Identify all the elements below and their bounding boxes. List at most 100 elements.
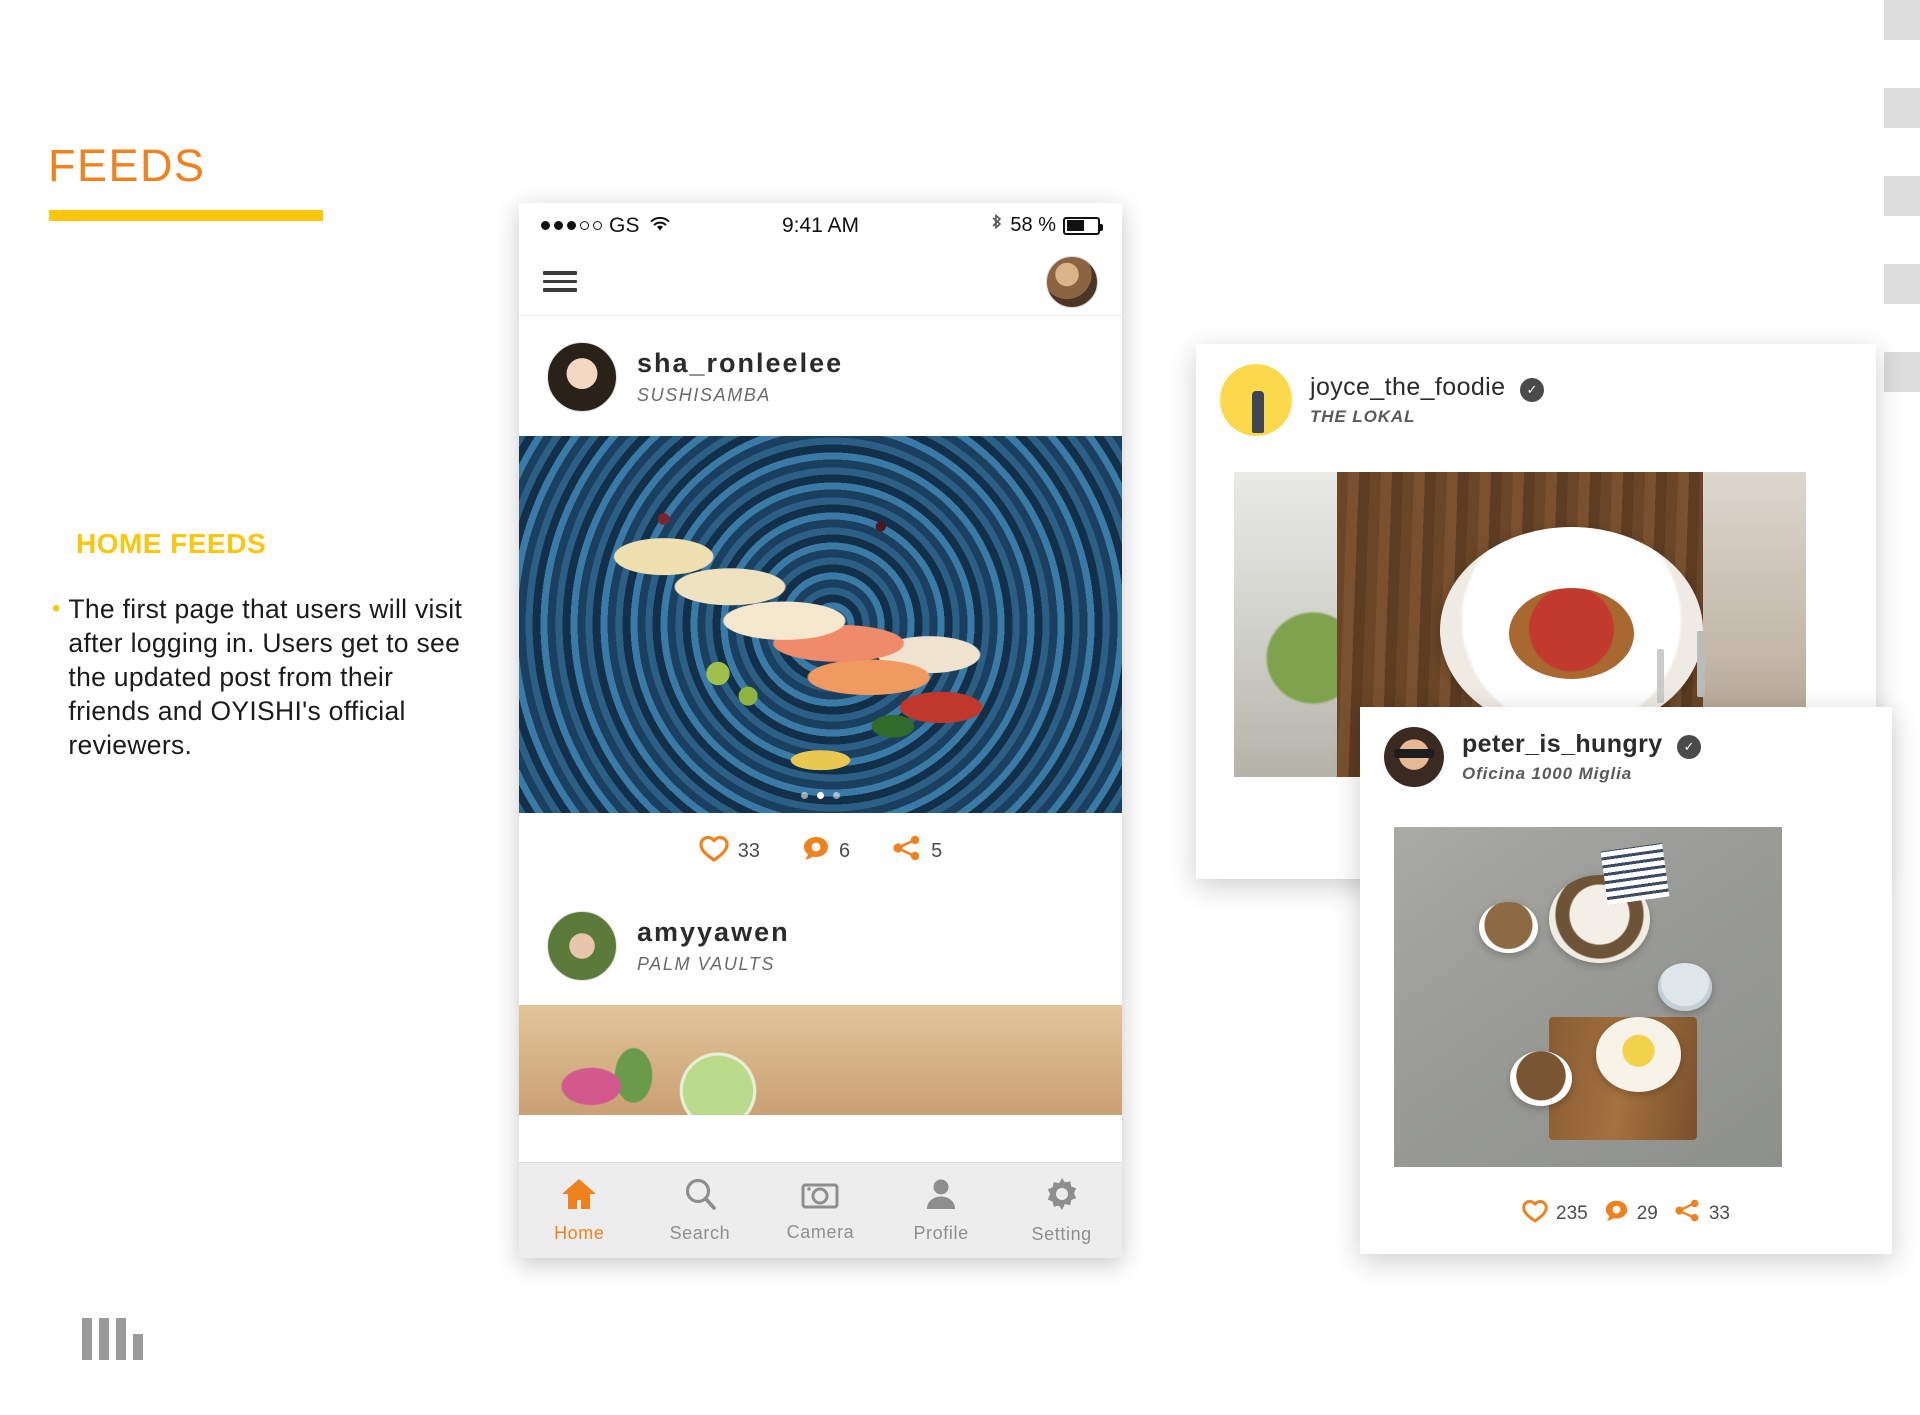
tab-profile-label: Profile [913,1223,969,1243]
share-icon[interactable] [892,835,922,867]
like-stat[interactable]: 33 [699,835,760,867]
bullet-item: • The first page that users will visit a… [52,592,472,762]
comment-bubble-icon[interactable] [802,835,830,867]
wifi-icon [649,214,671,238]
tab-setting-label: Setting [1031,1224,1092,1244]
bullet-dot-icon: • [52,595,61,622]
battery-percent-label: 58 % [1010,214,1056,236]
verified-check-icon: ✓ [1519,378,1544,403]
title-underline-rule [49,210,323,221]
knife-icon [1697,630,1706,697]
carousel-dots [519,792,1122,799]
bluetooth-icon [990,213,1003,239]
status-bar-left: GS [541,214,671,238]
heart-icon[interactable] [1522,1199,1548,1228]
signal-strength-icon [541,221,602,230]
card-header[interactable]: peter_is_hungry ✓ Oficina 1000 Miglia [1360,707,1892,801]
tab-profile[interactable]: Profile [885,1177,997,1244]
slide-canvas: FEEDS HOME FEEDS • The first page that u… [0,0,1920,1415]
avatar[interactable] [547,342,617,412]
fork-icon [1657,648,1665,703]
heart-icon[interactable] [699,835,729,867]
post-photo[interactable] [519,436,1122,813]
status-bar-right: 58 % [990,213,1103,239]
share-count: 5 [931,839,943,862]
card-username-row: joyce_the_foodie ✓ [1310,373,1544,403]
camera-icon[interactable] [801,1178,839,1215]
home-icon[interactable] [560,1177,598,1216]
share-count: 33 [1708,1202,1730,1224]
card-venue[interactable]: Oficina 1000 Miglia [1462,764,1701,784]
tab-search[interactable]: Search [644,1177,756,1244]
comment-stat[interactable]: 6 [802,835,850,867]
post-username[interactable]: sha_ronleelee [637,348,843,379]
post-venue[interactable]: PALM VAULTS [637,954,790,975]
app-bar [519,248,1122,316]
feed-card-peter[interactable]: peter_is_hungry ✓ Oficina 1000 Miglia 23… [1360,707,1892,1254]
post-header[interactable]: sha_ronleelee SUSHISAMBA [519,316,1122,436]
bullet-text: The first page that users will visit aft… [68,594,463,760]
post-venue[interactable]: SUSHISAMBA [637,385,843,406]
card-username[interactable]: joyce_the_foodie [1310,373,1505,401]
post-header-text: amyyawen PALM VAULTS [637,917,790,975]
hamburger-menu-icon[interactable] [543,271,577,292]
card-header[interactable]: joyce_the_foodie ✓ THE LOKAL [1196,344,1876,450]
logo-mark [82,1318,143,1360]
card-header-text: joyce_the_foodie ✓ THE LOKAL [1310,373,1544,428]
carrier-label: GS [609,213,640,237]
tab-setting[interactable]: Setting [1006,1176,1118,1245]
status-bar: GS 9:41 AM 58 % [519,203,1122,248]
card-venue[interactable]: THE LOKAL [1310,407,1544,427]
sushi-platter-image [519,436,1122,813]
espresso-cup [1510,1051,1573,1106]
card-stats-row: 235 29 33 [1360,1199,1892,1228]
edge-mark [1884,176,1920,216]
comment-bubble-icon[interactable] [1604,1199,1629,1228]
section-heading: HOME FEEDS [76,528,267,559]
matcha-drink-image [519,1005,1122,1115]
verified-check-icon: ✓ [1676,735,1701,760]
striped-napkin [1600,843,1670,906]
like-stat[interactable]: 235 [1522,1199,1588,1228]
battery-icon [1063,216,1103,235]
comment-stat[interactable]: 29 [1604,1199,1658,1228]
tab-camera[interactable]: Camera [764,1178,876,1243]
avatar[interactable] [1384,727,1444,787]
post-header[interactable]: amyyawen PALM VAULTS [519,885,1122,1005]
strawberry-tart [1508,587,1635,680]
post-header-text: sha_ronleelee SUSHISAMBA [637,348,843,406]
card-header-text: peter_is_hungry ✓ Oficina 1000 Miglia [1462,730,1701,785]
post-username[interactable]: amyyawen [637,917,790,948]
edge-mark [1884,264,1920,304]
page-title: FEEDS [48,140,206,191]
comment-count: 29 [1636,1202,1658,1224]
post-photo[interactable] [519,1005,1122,1115]
tab-search-label: Search [669,1223,731,1243]
share-icon[interactable] [1674,1199,1701,1228]
phone-mockup: GS 9:41 AM 58 % sha_ronleelee SUSHISAMBA… [519,203,1122,1258]
like-count: 235 [1556,1202,1588,1224]
share-stat[interactable]: 5 [892,835,942,867]
avatar[interactable] [547,911,617,981]
card-username[interactable]: peter_is_hungry [1462,730,1663,758]
egg-skillet [1595,1017,1682,1093]
share-stat[interactable]: 33 [1674,1199,1730,1228]
avatar[interactable] [1046,255,1098,308]
card-photo[interactable] [1394,827,1782,1167]
like-count: 33 [737,839,760,862]
search-icon[interactable] [682,1177,718,1216]
tab-home[interactable]: Home [523,1177,635,1244]
edge-mark [1884,352,1920,392]
water-glass [1657,963,1713,1011]
tab-camera-label: Camera [786,1222,855,1242]
gear-icon[interactable] [1044,1176,1080,1217]
coffee-cup [1479,901,1538,953]
bottom-tab-bar: Home Search Camera Profile Setting [519,1162,1122,1258]
avatar[interactable] [1220,364,1292,436]
edge-marker-strip [1880,0,1920,420]
card-username-row: peter_is_hungry ✓ [1462,730,1701,760]
tab-home-label: Home [554,1223,605,1243]
post-stats-row: 33 6 5 [519,813,1122,885]
edge-mark [1884,88,1920,128]
profile-icon[interactable] [924,1177,958,1216]
